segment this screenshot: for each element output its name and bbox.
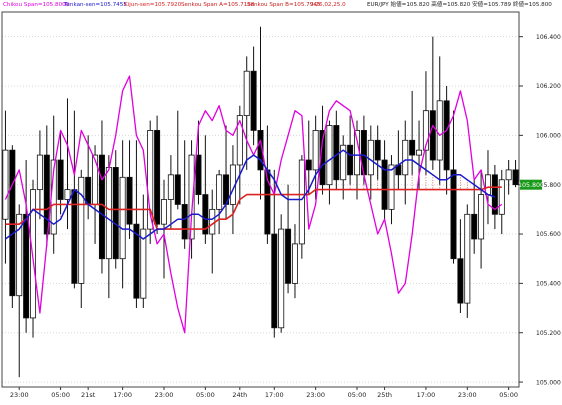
candle-body xyxy=(167,174,174,200)
candle-body xyxy=(112,167,119,260)
x-tick-label: 17:00 xyxy=(265,391,284,399)
x-tick-label: 23:00 xyxy=(155,391,174,399)
y-tick-label: 106.200 xyxy=(536,83,561,90)
x-tick-label: 23:00 xyxy=(10,391,29,399)
candle-body xyxy=(209,208,216,235)
candle-body xyxy=(388,164,395,210)
candle-body xyxy=(374,139,381,161)
x-tick-label: 05:00 xyxy=(51,391,70,399)
x-tick-label: 25th xyxy=(377,391,392,399)
candle-body xyxy=(505,169,512,181)
candle-body xyxy=(98,154,105,260)
y-tick-label: 106.000 xyxy=(536,133,561,140)
x-tick-label: 05:00 xyxy=(499,391,518,399)
x-tick-label: 23:00 xyxy=(458,391,477,399)
candle-body xyxy=(305,159,312,171)
time-stamp: 9:26,02,25.0 xyxy=(310,2,346,8)
candle-body xyxy=(36,154,43,191)
candle-body xyxy=(312,130,319,171)
candle-body xyxy=(484,174,491,195)
candle-body xyxy=(291,243,298,284)
candle-body xyxy=(285,228,292,284)
candle-body xyxy=(381,159,388,210)
candle-body xyxy=(174,174,181,205)
candle-body xyxy=(429,110,436,161)
candle-body xyxy=(154,130,161,225)
candle-body xyxy=(471,213,478,240)
x-tick-label: 21st xyxy=(81,391,96,399)
candle-body xyxy=(326,125,333,186)
x-tick-label: 05:00 xyxy=(348,391,367,399)
y-tick-label: 105.400 xyxy=(536,281,561,288)
tenkan-value: Tenkan-sen=105.7455 xyxy=(64,2,127,8)
x-tick-label: 05:00 xyxy=(196,391,215,399)
candle-body xyxy=(436,100,443,161)
candle-body xyxy=(443,100,450,171)
candle-body xyxy=(195,154,202,195)
x-tick-label: 24th xyxy=(232,391,247,399)
chart-canvas: 106.400 106.200 106.000 105.800 105.600 105.4… xyxy=(1,11,561,399)
y-tick-label: 106.400 xyxy=(536,34,561,41)
candle-body xyxy=(450,169,457,260)
quote-readout: EUR/JPY 始値=105.820 高値=105.820 安値=105.789… xyxy=(367,2,552,8)
candle-body xyxy=(160,199,167,225)
senkou-a-value: Senkou Span A=105.7188 xyxy=(181,2,255,8)
candle-body xyxy=(250,70,257,131)
x-tick-label: 17:00 xyxy=(417,391,436,399)
candle-body xyxy=(126,176,133,225)
chikou-value: Chikou Span=105.8000 xyxy=(3,2,70,8)
candle-body xyxy=(57,159,64,200)
candle-body xyxy=(105,167,112,260)
candle-body xyxy=(2,149,9,220)
candle-body xyxy=(216,174,223,210)
candle-body xyxy=(271,233,278,329)
candle-body xyxy=(278,228,285,329)
candle-body xyxy=(333,125,340,181)
candle-body xyxy=(85,176,92,205)
candle-body xyxy=(409,139,416,156)
candle-body xyxy=(119,176,126,260)
candle-body xyxy=(64,189,71,200)
candle-body xyxy=(92,154,99,205)
current-price-label: 105.800 xyxy=(518,182,544,189)
candle-body xyxy=(181,204,188,240)
x-tick-label: 23:00 xyxy=(306,391,325,399)
candle-body xyxy=(402,139,409,176)
candle-body xyxy=(23,213,30,319)
candle-body xyxy=(9,149,16,297)
candle-body xyxy=(464,213,471,304)
candle-body xyxy=(457,258,464,304)
y-tick-label: 105.000 xyxy=(536,379,561,386)
y-tick-label: 105.600 xyxy=(536,231,561,238)
candle-body xyxy=(478,194,485,240)
kijun-value: Kijun-sen=105.7920 xyxy=(124,2,182,8)
candle-body xyxy=(243,70,250,117)
candle-body xyxy=(298,159,305,245)
candle-body xyxy=(416,149,423,156)
ichimoku-chart: 106.400 106.200 106.000 105.800 105.600 105.4… xyxy=(0,0,562,401)
candle-body xyxy=(498,179,505,215)
y-tick-label: 105.200 xyxy=(536,330,561,337)
x-tick-label: 17:00 xyxy=(113,391,132,399)
candle-body xyxy=(367,139,374,176)
candle-body xyxy=(347,144,354,176)
